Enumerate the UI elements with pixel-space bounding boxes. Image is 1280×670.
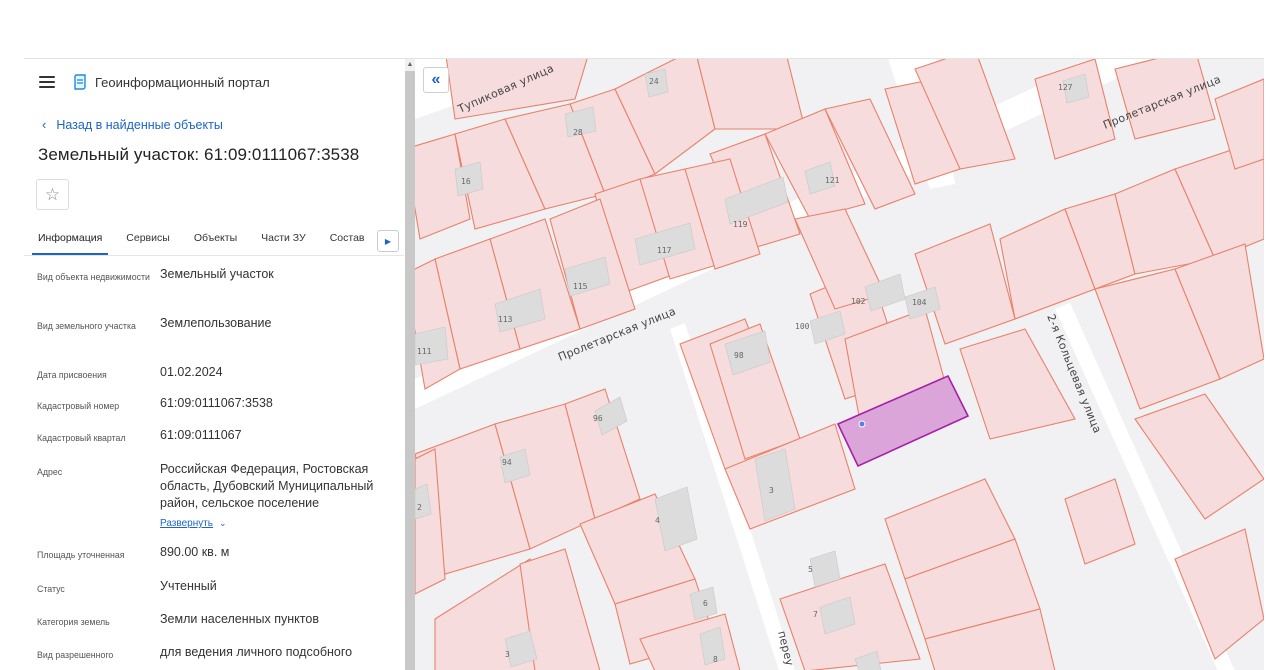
house-number: 121 (825, 176, 840, 185)
chevron-down-icon[interactable]: ⌄ (219, 518, 227, 528)
property-label: Кадастровый номер (37, 401, 120, 411)
property-label: Вид объекта недвижимости (37, 272, 150, 282)
property-row: Площадь уточненная 890.00 кв. м (24, 544, 404, 578)
property-label: Вид земельного участка (37, 321, 136, 331)
house-number: 3 (505, 650, 510, 659)
property-label: Дата присвоения (37, 370, 107, 380)
property-label: Категория земель (37, 617, 110, 627)
house-number: 28 (573, 128, 583, 137)
property-value: Учтенный (160, 579, 217, 593)
property-value: Земельный участок (160, 267, 274, 281)
scroll-up-icon[interactable]: ▲ (405, 59, 415, 71)
tab-services[interactable]: Сервисы (126, 226, 170, 255)
page-title: Земельный участок: 61:09:0111067:3538 (38, 145, 360, 164)
sidebar-scrollbar[interactable] (405, 59, 415, 670)
app-window: Геоинформационный портал ‹ Назад в найде… (24, 58, 1264, 670)
house-number: 5 (808, 565, 813, 574)
property-value: Землепользование (160, 316, 272, 330)
property-list: Вид объекта недвижимости Земельный участ… (24, 266, 404, 670)
property-label: Адрес (37, 467, 63, 477)
property-value: 890.00 кв. м (160, 545, 230, 559)
house-number: 8 (713, 655, 718, 664)
double-chevron-left-icon: « (431, 71, 441, 88)
property-row: Кадастровый номер 61:09:0111067:3538 (24, 395, 404, 427)
collapse-panel-button[interactable]: « (423, 67, 449, 93)
property-value: Земли населенных пунктов (160, 612, 319, 626)
property-row: Дата присвоения 01.02.2024 (24, 364, 404, 395)
property-label: Статус (37, 584, 65, 594)
property-row: Статус Учтенный (24, 578, 404, 611)
house-number: 2 (417, 503, 422, 512)
star-icon: ☆ (44, 184, 61, 204)
property-value: для ведения личного подсобного (160, 645, 353, 659)
house-number: 4 (655, 516, 660, 525)
property-row: Категория земель Земли населенных пункто… (24, 611, 404, 644)
property-value: Российская Федерация, Ростовская область… (160, 462, 374, 510)
map-canvas[interactable]: Тупиковая улица Пролетарская улица Проле… (415, 59, 1264, 670)
topbar: Геоинформационный портал (24, 59, 404, 105)
property-value: 01.02.2024 (160, 365, 223, 379)
property-value: 61:09:0111067:3538 (160, 396, 273, 410)
property-label: Площадь уточненная (37, 550, 125, 560)
cadastral-map[interactable]: Тупиковая улица Пролетарская улица Проле… (415, 59, 1264, 670)
house-number: 94 (502, 458, 512, 467)
property-row: Адрес Российская Федерация, Ростовская о… (24, 461, 404, 544)
tab-bar: Информация Сервисы Объекты Части ЗУ Сост… (24, 226, 404, 256)
tab-objects[interactable]: Объекты (194, 226, 237, 255)
property-label: Кадастровый квартал (37, 433, 126, 443)
house-number: 98 (734, 351, 744, 360)
house-number: 7 (813, 610, 818, 619)
house-number: 104 (912, 298, 927, 307)
back-link-label: Назад в найденные объекты (56, 117, 223, 132)
house-number: 119 (733, 220, 748, 229)
property-row: Кадастровый квартал 61:09:0111067 (24, 427, 404, 461)
house-number: 3 (769, 486, 774, 495)
expand-link[interactable]: Развернуть (160, 515, 213, 532)
portal-logo-icon (74, 74, 86, 90)
chevron-left-icon: ‹ (42, 117, 47, 132)
house-number: 24 (649, 77, 659, 86)
tab-composition[interactable]: Состав (330, 226, 365, 255)
house-number: 102 (851, 297, 866, 306)
house-number: 100 (795, 322, 810, 331)
property-label: Вид разрешенного (37, 650, 114, 660)
house-number: 16 (461, 177, 471, 186)
tab-info[interactable]: Информация (31, 226, 109, 255)
house-number: 96 (593, 414, 603, 423)
app-title: Геоинформационный портал (95, 74, 270, 90)
house-number: 113 (498, 315, 513, 324)
house-number: 111 (417, 347, 432, 356)
back-link[interactable]: ‹ Назад в найденные объекты (42, 117, 404, 132)
chevron-right-icon: ▶ (384, 236, 392, 246)
address-value: Российская Федерация, Ростовская область… (160, 461, 396, 544)
property-value: 61:09:0111067 (160, 428, 242, 442)
tab-parts[interactable]: Части ЗУ (261, 226, 306, 255)
menu-icon[interactable] (39, 76, 55, 88)
house-number: 6 (703, 599, 708, 608)
property-row: Вид разрешенного для ведения личного под… (24, 644, 404, 670)
favorite-button[interactable]: ☆ (36, 179, 69, 210)
sidebar: Геоинформационный портал ‹ Назад в найде… (24, 59, 404, 670)
house-number: 127 (1058, 83, 1073, 92)
house-number: 117 (657, 246, 672, 255)
house-number: 115 (573, 282, 588, 291)
property-row: Вид объекта недвижимости Земельный участ… (24, 266, 404, 315)
tabs-scroll-button[interactable]: ▶ (377, 230, 399, 252)
property-row: Вид земельного участка Землепользование (24, 315, 404, 364)
parcel-marker[interactable] (858, 420, 866, 428)
